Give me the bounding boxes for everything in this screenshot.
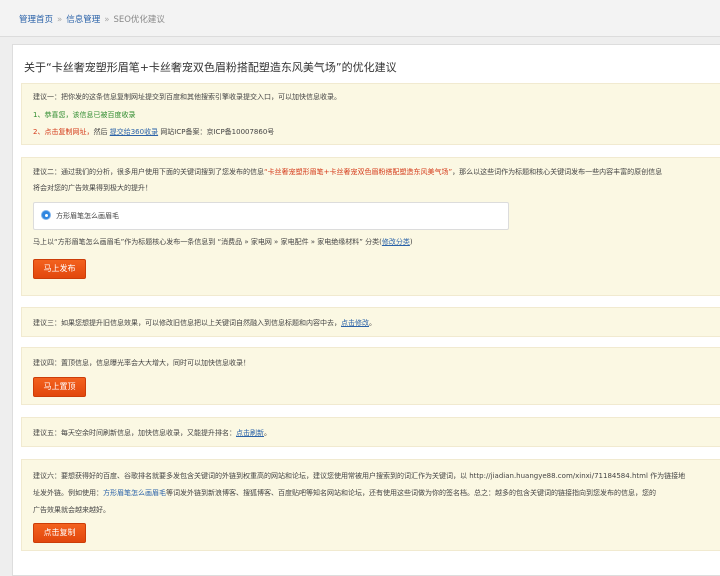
publish-hint-text: 马上以“方形眉笔怎么画眉毛”作为标题核心发布一条信息到 “消费品 » 家电网 »… [33, 238, 382, 246]
suggestion-3-text: 建议三：如果您想提升旧信息效果，可以修改旧信息把以上关键词自然融入到信息标题和内… [33, 318, 376, 328]
keyword-options-box: 方形眉笔怎么画眉毛 [33, 202, 509, 230]
publish-hint: 马上以“方形眉笔怎么画眉毛”作为标题核心发布一条信息到 “消费品 » 家电网 »… [33, 237, 413, 247]
submit-360-link[interactable]: 提交给360收录 [110, 128, 158, 136]
keyword-highlight: 方形眉笔怎么画眉毛 [103, 489, 166, 497]
copy-link-button[interactable]: 点击复制 [33, 523, 86, 543]
suggestion-3-suffix: 。 [369, 319, 376, 327]
breadcrumb-separator: » [104, 15, 110, 25]
suggestion-4-text: 建议四：置顶信息，信息曝光率会大大增大，同时可以加快信息收录！ [33, 359, 250, 367]
suggestion-6-line1: 建议六：要想获得好的百度、谷歌排名就要多发包含关键词的外链到权重高的网站和论坛，… [33, 472, 686, 480]
content-panel: 关于“卡丝奢宠塑形眉笔+卡丝奢宠双色眉粉搭配塑造东风美气场”的优化建议 建议一：… [12, 44, 720, 576]
keyword-radio-label[interactable]: 方形眉笔怎么画眉毛 [56, 211, 119, 221]
suggestion-5: 建议五：每天空余时间刷新信息，加快信息收录，又能提升排名：点击刷新。 [21, 417, 720, 447]
publish-hint-close: ) [409, 238, 413, 246]
suggestion-2-prefix: 建议二：通过我们的分析，很多用户使用下面的关键词搜到了您发布的信息 [33, 168, 264, 176]
suggestion-1: 建议一：把你发的这条信息复制网址提交到百度和其他搜索引擎收录提交入口，可以加快信… [21, 83, 720, 145]
suggestion-2-line2: 将会对您的广告效果得到极大的提升！ [33, 184, 152, 192]
breadcrumb-separator: » [57, 15, 63, 25]
suggestion-6-line3: 广告效果就会越来越好。 [33, 506, 110, 514]
suggestion-1-indexed-status: 1、恭喜您，该信息已被百度收录 [33, 111, 136, 119]
suggestion-6-suffix: 等词发外链到新浪博客、搜狐博客、百度贴吧等知名网站和论坛，还有使用这些词做为你的… [166, 489, 656, 497]
info-title-highlight: “卡丝奢宠塑形眉笔+卡丝奢宠双色眉粉搭配塑造东风美气场” [264, 168, 453, 176]
suggestion-5-text: 建议五：每天空余时间刷新信息，加快信息收录，又能提升排名：点击刷新。 [33, 428, 271, 438]
suggestion-2-line1: 建议二：通过我们的分析，很多用户使用下面的关键词搜到了您发布的信息“卡丝奢宠塑形… [33, 167, 662, 177]
suggestion-1-intro: 建议一：把你发的这条信息复制网址提交到百度和其他搜索引擎收录提交入口，可以加快信… [33, 93, 341, 101]
suggestion-3: 建议三：如果您想提升旧信息效果，可以修改旧信息把以上关键词自然融入到信息标题和内… [21, 307, 720, 337]
suggestion-3-prefix: 建议三：如果您想提升旧信息效果，可以修改旧信息把以上关键词自然融入到信息标题和内… [33, 319, 341, 327]
keyword-radio[interactable] [42, 211, 50, 219]
publish-now-button[interactable]: 马上发布 [33, 259, 86, 279]
pin-top-button[interactable]: 马上置顶 [33, 377, 86, 397]
suggestion-1-then-text: 然后 [93, 128, 108, 136]
copy-url-link[interactable]: 2、点击复制网址， [33, 128, 93, 136]
modify-category-link[interactable]: 修改分类 [382, 238, 410, 246]
suggestion-6: 建议六：要想获得好的百度、谷歌排名就要多发包含关键词的外链到权重高的网站和论坛，… [21, 459, 720, 551]
suggestion-2-suffix: ，那么以这些词作为标题和核心关键词发布一些内容丰富的原创信息 [452, 168, 663, 176]
breadcrumb-current: SEO优化建议 [113, 15, 165, 25]
page-title: 关于“卡丝奢宠塑形眉笔+卡丝奢宠双色眉粉搭配塑造东风美气场”的优化建议 [24, 61, 397, 74]
click-refresh-link[interactable]: 点击刷新 [236, 429, 264, 437]
suggestion-2: 建议二：通过我们的分析，很多用户使用下面的关键词搜到了您发布的信息“卡丝奢宠塑形… [21, 157, 720, 296]
click-modify-link[interactable]: 点击修改 [341, 319, 369, 327]
top-bar: 管理首页» 信息管理» SEO优化建议 [0, 0, 720, 37]
breadcrumb-info-link[interactable]: 信息管理 [66, 15, 100, 25]
breadcrumb: 管理首页» 信息管理» SEO优化建议 [19, 13, 165, 25]
suggestion-6-prefix: 址发外链。例如使用： [33, 489, 103, 497]
suggestion-1-submit-row: 2、点击复制网址，然后 提交给360收录 网站ICP备案：京ICP备100078… [33, 127, 274, 137]
suggestion-5-suffix: 。 [264, 429, 271, 437]
suggestion-6-line2: 址发外链。例如使用：方形眉笔怎么画眉毛等词发外链到新浪博客、搜狐博客、百度贴吧等… [33, 488, 656, 498]
suggestion-4: 建议四：置顶信息，信息曝光率会大大增大，同时可以加快信息收录！ 马上置顶 [21, 347, 720, 405]
icp-record: 网站ICP备案：京ICP备10007860号 [160, 128, 275, 136]
breadcrumb-home-link[interactable]: 管理首页 [19, 15, 53, 25]
suggestion-5-prefix: 建议五：每天空余时间刷新信息，加快信息收录，又能提升排名： [33, 429, 236, 437]
